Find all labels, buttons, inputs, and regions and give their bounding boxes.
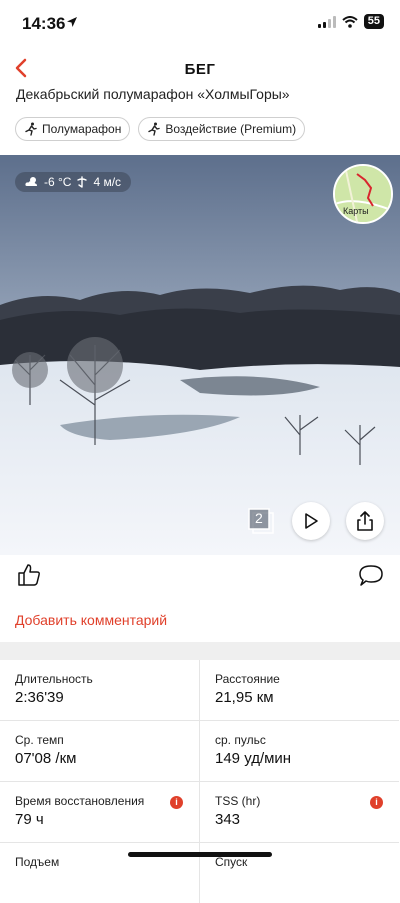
stat-label: TSS (hr)	[215, 794, 261, 808]
share-button[interactable]	[346, 502, 384, 540]
add-comment-link[interactable]: Добавить комментарий	[15, 612, 167, 628]
stat-label: ср. пульс	[215, 733, 266, 747]
stat-label: Время восстановления	[15, 794, 145, 808]
wind-value: 4 м/с	[93, 175, 122, 189]
page-title: БЕГ	[184, 61, 216, 78]
wifi-icon	[342, 15, 358, 28]
stat-value: 79 ч	[15, 811, 44, 828]
tag-label: Воздействие (Premium)	[165, 122, 297, 136]
stat-recovery-time: Время восстановления 79 ч i	[0, 782, 200, 843]
header: БЕГ	[0, 54, 400, 84]
temperature-value: -6 °C	[44, 175, 72, 189]
info-icon[interactable]: i	[170, 796, 183, 809]
status-bar: 14:36 55	[0, 0, 400, 48]
location-arrow-icon	[67, 17, 77, 27]
stat-value: 149 уд/мин	[215, 750, 292, 767]
weather-badge: -6 °C 4 м/с	[15, 172, 132, 192]
battery-icon: 55	[363, 14, 384, 29]
stat-label: Ср. темп	[15, 733, 64, 747]
tag-half-marathon[interactable]: Полумарафон	[15, 117, 131, 141]
map-thumbnail[interactable]: Карты	[333, 164, 393, 224]
photo-count-value: 2	[255, 510, 263, 526]
signal-icon	[317, 15, 336, 28]
tag-label: Полумарафон	[42, 122, 122, 136]
tag-impact-premium[interactable]: Воздействие (Premium)	[138, 117, 306, 141]
map-label: Карты	[343, 206, 369, 216]
play-icon	[305, 513, 318, 529]
play-button[interactable]	[292, 502, 330, 540]
wind-icon	[77, 176, 88, 188]
photo-count-badge[interactable]: 2	[248, 508, 274, 534]
stat-label: Спуск	[215, 855, 248, 869]
stat-avg-heart-rate: ср. пульс 149 уд/мин	[200, 721, 399, 782]
info-icon[interactable]: i	[370, 796, 383, 809]
stat-label: Длительность	[15, 672, 93, 686]
stat-value: 343	[215, 811, 241, 828]
stat-duration: Длительность 2:36'39	[0, 660, 200, 721]
action-bar	[0, 560, 400, 596]
section-divider	[0, 642, 400, 660]
cloud-sun-icon	[25, 177, 37, 186]
runner-icon	[148, 122, 161, 136]
tag-list: Полумарафон Воздействие (Premium)	[15, 117, 306, 141]
stat-label: Расстояние	[215, 672, 280, 686]
stat-value: 21,95 км	[215, 689, 274, 706]
comment-icon[interactable]	[358, 564, 384, 588]
status-time: 14:36	[22, 14, 66, 33]
share-icon	[357, 511, 373, 531]
home-indicator[interactable]	[128, 852, 272, 857]
winter-landscape-image	[0, 155, 400, 555]
stat-value: 2:36'39	[15, 689, 64, 706]
stat-tss: TSS (hr) 343 i	[200, 782, 399, 843]
stat-avg-pace: Ср. темп 07'08 /км	[0, 721, 200, 782]
runner-icon	[25, 122, 37, 136]
activity-name: Декабрьский полумарафон «ХолмыГоры»	[16, 86, 290, 102]
stat-value: 07'08 /км	[15, 750, 77, 767]
stat-distance: Расстояние 21,95 км	[200, 660, 399, 721]
like-icon[interactable]	[16, 562, 42, 588]
status-icons: 55	[317, 14, 384, 29]
activity-photo[interactable]: -6 °C 4 м/с Карты 2	[0, 155, 400, 555]
stat-label: Подъем	[15, 855, 60, 869]
